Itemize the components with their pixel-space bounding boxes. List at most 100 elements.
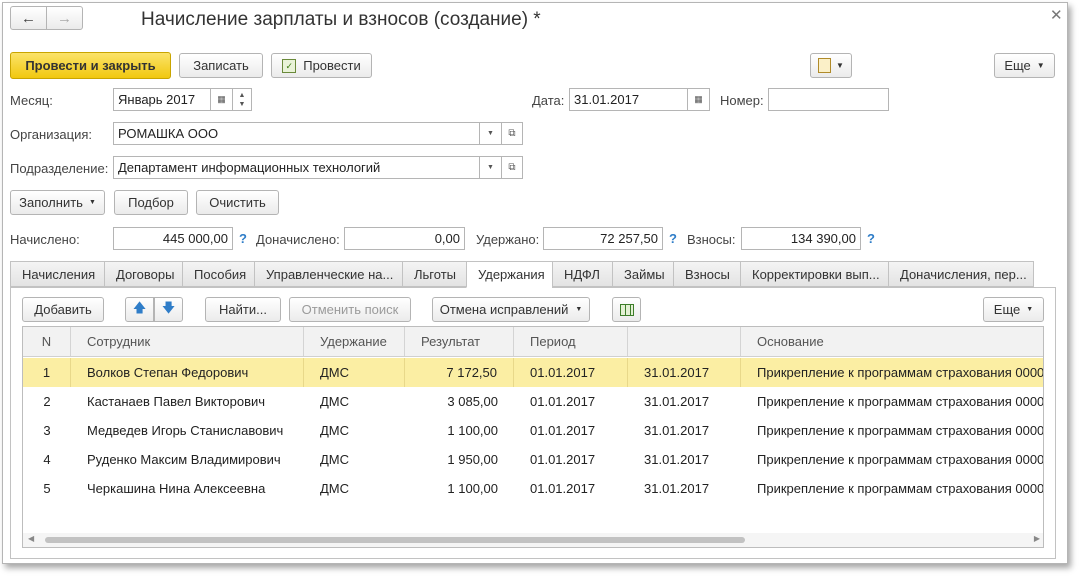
result-cell[interactable]: 1 950,00 [405, 445, 514, 474]
result-cell[interactable]: 3 085,00 [405, 387, 514, 416]
move-up-button[interactable]: 🡅 [125, 297, 154, 322]
scroll-left-icon[interactable]: ◀ [28, 534, 34, 543]
tab-contracts[interactable]: Договоры [104, 261, 182, 287]
arrow-down-icon: 🡇 [161, 299, 176, 315]
post-and-close-button[interactable]: Провести и закрыть [10, 52, 171, 79]
table-settings-button[interactable] [612, 297, 641, 322]
period-start-cell[interactable]: 01.01.2017 [514, 358, 628, 387]
employee-cell[interactable]: Волков Степан Федорович [71, 358, 304, 387]
department-dropdown-button[interactable]: ▼ [480, 156, 502, 179]
period-end-cell[interactable]: 31.01.2017 [628, 474, 741, 503]
column-header-n[interactable]: N [23, 327, 71, 356]
employee-cell[interactable]: Медведев Игорь Станиславович [71, 416, 304, 445]
tab-benefits[interactable]: Пособия [182, 261, 254, 287]
date-input[interactable]: 31.01.2017 [569, 88, 688, 111]
stepper-up-icon[interactable]: ▲ [239, 91, 246, 100]
print-menu-button[interactable]: ▼ [810, 53, 852, 78]
month-calendar-button[interactable]: ▦ [211, 88, 233, 111]
tab-loans[interactable]: Займы [612, 261, 673, 287]
add-row-button[interactable]: Добавить [22, 297, 104, 322]
contributions-label: Взносы: [687, 232, 736, 247]
scroll-right-icon[interactable]: ▶ [1034, 534, 1040, 543]
employee-cell[interactable]: Кастанаев Павел Викторович [71, 387, 304, 416]
table-row[interactable]: 2 Кастанаев Павел Викторович ДМС 3 085,0… [23, 387, 1043, 416]
tab-ndfl[interactable]: НДФЛ [552, 261, 612, 287]
move-down-button[interactable]: 🡇 [154, 297, 183, 322]
organization-dropdown-button[interactable]: ▼ [480, 122, 502, 145]
result-cell[interactable]: 7 172,50 [405, 358, 514, 387]
column-header-period[interactable]: Период [514, 327, 628, 356]
post-document-icon: ✓ [282, 58, 297, 73]
month-input[interactable]: Январь 2017 [113, 88, 211, 111]
period-end-cell[interactable]: 31.01.2017 [628, 358, 741, 387]
more-button-label: Еще [1004, 58, 1031, 73]
month-stepper[interactable]: ▲ ▼ [233, 88, 252, 111]
table-more-button[interactable]: Еще ▼ [983, 297, 1044, 322]
stepper-down-icon[interactable]: ▼ [239, 100, 246, 109]
withholding-cell[interactable]: ДМС [304, 474, 405, 503]
basis-cell[interactable]: Прикрепление к программам страхования 00… [741, 445, 1043, 474]
clear-button[interactable]: Очистить [196, 190, 279, 215]
table-row[interactable]: 4 Руденко Максим Владимирович ДМС 1 950,… [23, 445, 1043, 474]
number-input[interactable] [768, 88, 889, 111]
table-row[interactable]: 3 Медведев Игорь Станиславович ДМС 1 100… [23, 416, 1043, 445]
period-end-cell[interactable]: 31.01.2017 [628, 416, 741, 445]
more-button[interactable]: Еще ▼ [994, 53, 1055, 78]
period-start-cell[interactable]: 01.01.2017 [514, 445, 628, 474]
contributions-help-icon[interactable]: ? [867, 231, 875, 246]
withholding-cell[interactable]: ДМС [304, 445, 405, 474]
withheld-help-icon[interactable]: ? [669, 231, 677, 246]
result-cell[interactable]: 1 100,00 [405, 474, 514, 503]
cancel-search-button[interactable]: Отменить поиск [289, 297, 411, 322]
accrued-help-icon[interactable]: ? [239, 231, 247, 246]
column-header-employee[interactable]: Сотрудник [71, 327, 304, 356]
employee-cell[interactable]: Черкашина Нина Алексеевна [71, 474, 304, 503]
close-icon[interactable]: ✕ [1050, 6, 1063, 24]
forward-button[interactable]: → [46, 6, 83, 30]
select-button[interactable]: Подбор [114, 190, 188, 215]
scrollbar-thumb[interactable] [45, 537, 745, 543]
period-start-cell[interactable]: 01.01.2017 [514, 474, 628, 503]
cancel-corrections-label: Отмена исправлений [439, 302, 569, 317]
tab-management[interactable]: Управленческие на... [254, 261, 402, 287]
department-input[interactable]: Департамент информационных технологий [113, 156, 480, 179]
column-header-withholding[interactable]: Удержание [304, 327, 405, 356]
back-button[interactable]: ← [10, 6, 47, 30]
withholding-cell[interactable]: ДМС [304, 387, 405, 416]
employee-cell[interactable]: Руденко Максим Владимирович [71, 445, 304, 474]
post-button[interactable]: ✓ Провести [271, 53, 372, 78]
table-row[interactable]: 5 Черкашина Нина Алексеевна ДМС 1 100,00… [23, 474, 1043, 503]
tab-additional-accruals[interactable]: Доначисления, пер... [888, 261, 1034, 287]
organization-input[interactable]: РОМАШКА ООО [113, 122, 480, 145]
save-button[interactable]: Записать [179, 53, 263, 78]
column-header-basis[interactable]: Основание [741, 327, 1043, 356]
chevron-down-icon: ▼ [88, 199, 96, 206]
basis-cell[interactable]: Прикрепление к программам страхования 00… [741, 416, 1043, 445]
cancel-corrections-button[interactable]: Отмена исправлений ▼ [432, 297, 590, 322]
result-cell[interactable]: 1 100,00 [405, 416, 514, 445]
organization-open-button[interactable]: ⧉ [501, 122, 523, 145]
column-header-period-end[interactable] [628, 327, 741, 356]
date-calendar-button[interactable]: ▦ [688, 88, 710, 111]
basis-cell[interactable]: Прикрепление к программам страхования 00… [741, 358, 1043, 387]
table-row[interactable]: 1 Волков Степан Федорович ДМС 7 172,50 0… [23, 358, 1043, 387]
period-start-cell[interactable]: 01.01.2017 [514, 416, 628, 445]
period-end-cell[interactable]: 31.01.2017 [628, 445, 741, 474]
tab-accruals[interactable]: Начисления [10, 261, 104, 287]
basis-cell[interactable]: Прикрепление к программам страхования 00… [741, 474, 1043, 503]
horizontal-scrollbar[interactable]: ◀ ▶ [23, 533, 1043, 547]
tab-contributions[interactable]: Взносы [673, 261, 740, 287]
basis-cell[interactable]: Прикрепление к программам страхования 00… [741, 387, 1043, 416]
find-button[interactable]: Найти... [205, 297, 281, 322]
period-end-cell[interactable]: 31.01.2017 [628, 387, 741, 416]
department-open-button[interactable]: ⧉ [501, 156, 523, 179]
tab-privileges[interactable]: Льготы [402, 261, 466, 287]
period-start-cell[interactable]: 01.01.2017 [514, 387, 628, 416]
withholding-cell[interactable]: ДМС [304, 358, 405, 387]
column-header-result[interactable]: Результат [405, 327, 514, 356]
calendar-icon: ▦ [694, 94, 703, 104]
withholding-cell[interactable]: ДМС [304, 416, 405, 445]
tab-withholdings[interactable]: Удержания [466, 261, 552, 288]
fill-button[interactable]: Заполнить ▼ [10, 190, 105, 215]
tab-corrections[interactable]: Корректировки вып... [740, 261, 888, 287]
